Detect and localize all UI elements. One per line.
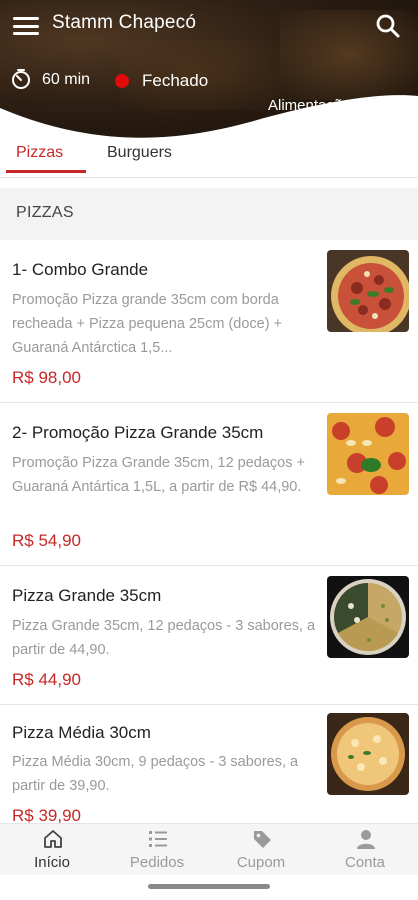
active-tab-indicator: [6, 170, 86, 173]
product-item[interactable]: 1- Combo Grande Promoção Pizza grande 35…: [0, 240, 418, 402]
tab-burguers[interactable]: Burguers: [107, 144, 172, 162]
store-header: Stamm Chapecó 60 min Fechado Alimentação: [0, 0, 418, 138]
bottom-navigation: Início Pedidos Cupom Conta: [0, 823, 418, 875]
product-image: [327, 576, 409, 658]
product-description: Promoção Pizza grande 35cm com borda rec…: [12, 292, 283, 356]
gesture-handle[interactable]: [148, 884, 270, 889]
product-description: Promoção Pizza Grande 35cm, 12 pedaços +…: [12, 455, 305, 495]
app-screen: Stamm Chapecó 60 min Fechado Alimentação…: [0, 0, 418, 900]
store-category: Alimentação: [268, 97, 351, 114]
list-icon: [149, 831, 167, 847]
search-icon: [376, 14, 400, 38]
category-tabs: Pizzas Burguers: [0, 138, 418, 178]
nav-inicio[interactable]: Início: [0, 824, 104, 876]
product-name: 2- Promoção Pizza Grande 35cm: [12, 423, 264, 442]
product-name: 1- Combo Grande: [12, 260, 149, 279]
menu-button[interactable]: [12, 14, 40, 38]
delivery-time: 60 min: [42, 71, 91, 88]
product-name: Pizza Grande 35cm: [12, 586, 162, 605]
product-price: R$ 98,00: [12, 368, 81, 387]
header-wave: [0, 95, 418, 138]
store-status: Fechado: [142, 71, 209, 90]
search-button[interactable]: [374, 12, 402, 40]
product-description: Pizza Média 30cm, 9 pedaços - 3 sabores,…: [12, 754, 299, 794]
store-name: Stamm Chapecó: [52, 12, 197, 33]
status-indicator: [115, 74, 129, 88]
product-item[interactable]: 2- Promoção Pizza Grande 35cm Promoção P…: [0, 403, 418, 565]
tab-pizzas[interactable]: Pizzas: [16, 144, 63, 162]
nav-label: Pedidos: [129, 854, 185, 871]
product-name: Pizza Média 30cm: [12, 723, 151, 742]
nav-cupom[interactable]: Cupom: [209, 824, 313, 876]
home-icon: [44, 830, 62, 848]
nav-label: Conta: [344, 854, 386, 871]
timer-icon: [12, 69, 30, 89]
tag-icon: [254, 831, 271, 848]
nav-conta[interactable]: Conta: [313, 824, 417, 876]
section-title: PIZZAS: [16, 204, 74, 221]
nav-label: Cupom: [236, 854, 286, 871]
product-description: Pizza Grande 35cm, 12 pedaços - 3 sabore…: [12, 618, 316, 658]
section-header: PIZZAS: [0, 188, 418, 240]
product-price: R$ 54,90: [12, 531, 81, 550]
person-icon: [357, 830, 375, 849]
nav-label: Início: [34, 854, 70, 871]
product-image: [327, 413, 409, 495]
product-item[interactable]: Pizza Média 30cm Pizza Média 30cm, 9 ped…: [0, 705, 418, 825]
product-image: [327, 250, 409, 332]
product-image: [327, 713, 409, 795]
product-price: R$ 44,90: [12, 670, 81, 689]
product-item[interactable]: Pizza Grande 35cm Pizza Grande 35cm, 12 …: [0, 566, 418, 704]
nav-pedidos[interactable]: Pedidos: [105, 824, 209, 876]
